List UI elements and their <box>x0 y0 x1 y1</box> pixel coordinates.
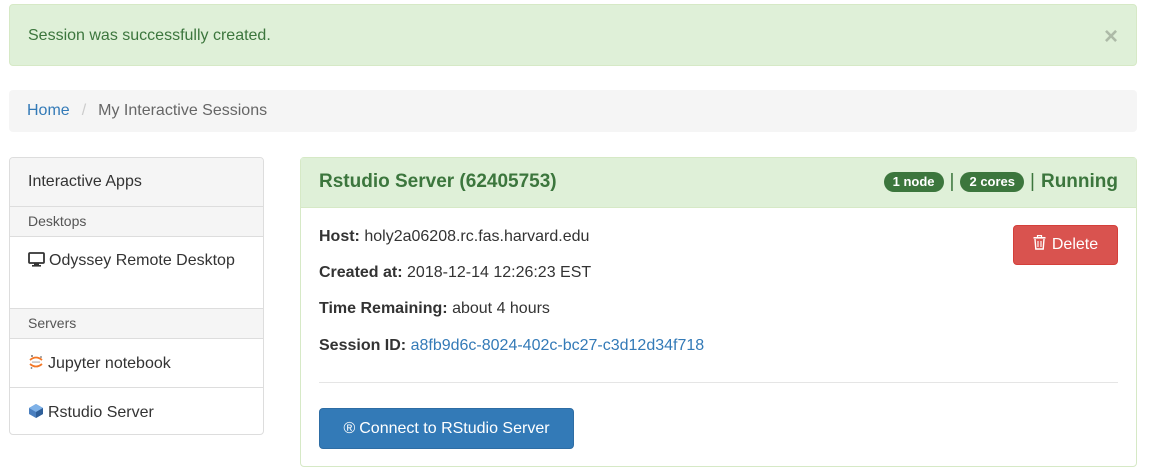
time-remaining-field: Time Remaining: about 4 hours <box>319 300 550 318</box>
breadcrumb-separator: / <box>81 102 87 119</box>
success-alert: Session was successfully created. × <box>9 4 1137 66</box>
status-separator: | <box>1030 171 1035 192</box>
breadcrumb-current: My Interactive Sessions <box>98 102 268 119</box>
host-value: holy2a06208.rc.fas.harvard.edu <box>364 228 590 245</box>
session-title: Rstudio Server (62405753) <box>319 171 557 192</box>
rstudio-icon <box>28 403 44 427</box>
created-field: Created at: 2018-12-14 12:26:23 EST <box>319 264 591 282</box>
delete-button[interactable]: Delete <box>1013 225 1118 265</box>
delete-label: Delete <box>1051 236 1099 253</box>
sidebar-item-label: Jupyter notebook <box>48 355 171 372</box>
nodes-badge: 1 node <box>883 172 944 192</box>
breadcrumb: Home / My Interactive Sessions <box>9 90 1137 132</box>
panel-divider <box>319 382 1118 383</box>
sidebar-item-odyssey-remote-desktop[interactable]: Odyssey Remote Desktop <box>10 237 263 309</box>
close-icon[interactable]: × <box>1104 25 1118 49</box>
interactive-apps-sidebar: Interactive Apps Desktops Odyssey Remote… <box>9 157 264 435</box>
session-status: Running <box>1040 171 1118 192</box>
sidebar-item-label: Odyssey Remote Desktop <box>49 252 235 269</box>
session-id-field: Session ID: a8fb9d6c-8024-402c-bc27-c3d1… <box>319 337 704 355</box>
alert-message: Session was successfully created. <box>28 27 271 44</box>
session-panel: Rstudio Server (62405753) 1 node | 2 cor… <box>300 157 1137 467</box>
session-panel-heading: Rstudio Server (62405753) 1 node | 2 cor… <box>301 158 1136 208</box>
cores-badge: 2 cores <box>960 172 1025 192</box>
host-label: Host: <box>319 228 360 245</box>
jupyter-icon <box>28 354 44 378</box>
time-remaining-value: about 4 hours <box>452 300 550 317</box>
session-id-label: Session ID: <box>319 337 407 354</box>
breadcrumb-home-link[interactable]: Home <box>27 102 70 119</box>
sidebar-item-label: Rstudio Server <box>48 404 154 421</box>
sidebar-item-rstudio-server[interactable]: Rstudio Server <box>10 388 263 434</box>
sidebar-section-servers: Servers <box>10 309 263 339</box>
connect-label: Connect to RStudio Server <box>359 419 550 437</box>
session-id-link[interactable]: a8fb9d6c-8024-402c-bc27-c3d12d34f718 <box>411 337 705 354</box>
created-value: 2018-12-14 12:26:23 EST <box>407 264 592 281</box>
connect-rstudio-button[interactable]: ® Connect to RStudio Server <box>319 408 574 449</box>
time-remaining-label: Time Remaining: <box>319 300 448 317</box>
session-status-group: 1 node | 2 cores | Running <box>883 171 1118 193</box>
sidebar-heading: Interactive Apps <box>10 158 263 207</box>
sidebar-item-jupyter-notebook[interactable]: Jupyter notebook <box>10 339 263 388</box>
sidebar-section-desktops: Desktops <box>10 207 263 237</box>
monitor-icon <box>28 251 45 275</box>
registered-icon: ® <box>343 419 356 437</box>
trash-icon <box>1033 234 1046 255</box>
status-separator: | <box>949 171 955 192</box>
host-field: Host: holy2a06208.rc.fas.harvard.edu <box>319 228 589 246</box>
created-label: Created at: <box>319 264 403 281</box>
